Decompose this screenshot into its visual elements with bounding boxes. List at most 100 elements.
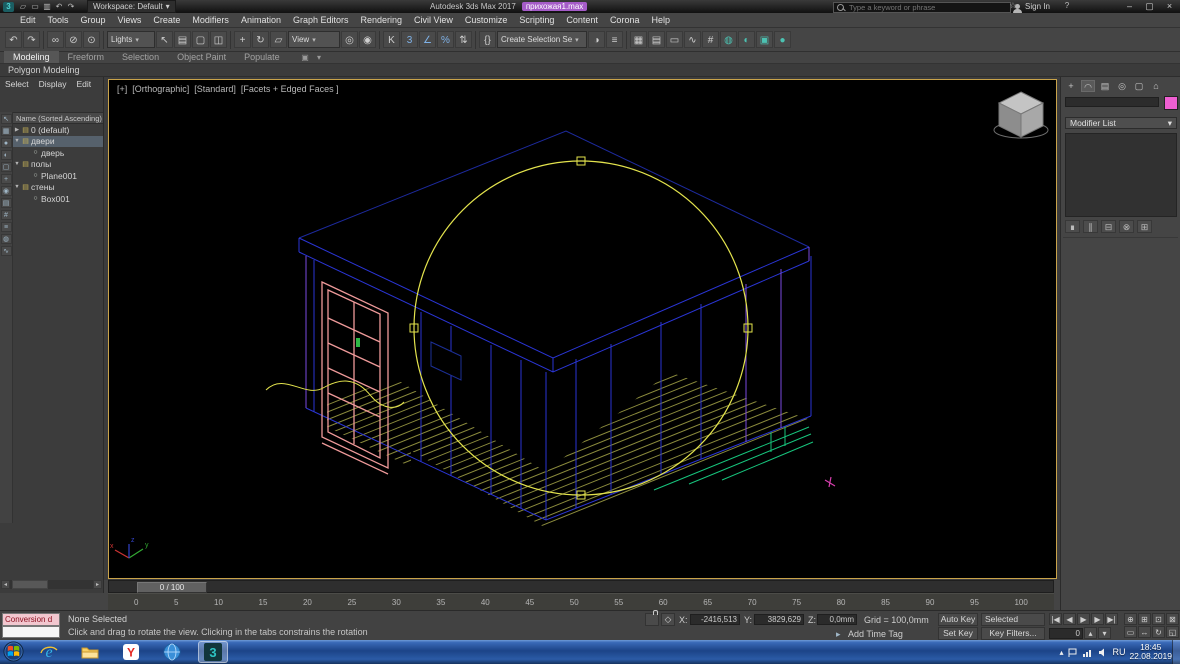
ribbon-tab[interactable]: Selection [113, 51, 168, 63]
redo-icon[interactable]: ↷ [65, 2, 77, 11]
scroll-right-icon[interactable]: ▸ [93, 580, 102, 589]
save-file-icon[interactable]: ▥ [41, 2, 53, 11]
zoom-icon[interactable]: ⊕ [1124, 613, 1137, 625]
3ds-max-taskbar-icon[interactable]: 3 [198, 641, 228, 663]
viewport-label-part[interactable]: [Standard] [194, 84, 236, 94]
toggle-scene-explorer-icon[interactable]: ▦ [630, 31, 647, 48]
node-label[interactable]: Box001 [40, 194, 70, 204]
zoom-region-icon[interactable]: ▭ [1124, 626, 1137, 638]
show-desktop-button[interactable] [1172, 640, 1180, 664]
start-button[interactable] [3, 641, 24, 662]
explorer-filter-icon[interactable]: # [1, 210, 12, 220]
menu-item[interactable]: Civil View [408, 15, 459, 25]
menu-item[interactable]: Customize [459, 15, 514, 25]
next-frame-button[interactable]: ▶ [1091, 613, 1104, 625]
add-time-tag[interactable]: Add Time Tag [848, 629, 903, 639]
close-button[interactable]: × [1160, 0, 1179, 12]
explorer-filter-icon[interactable]: ↖ [1, 114, 12, 124]
help-icon[interactable]: ? [1060, 1, 1074, 10]
menu-item[interactable]: Group [75, 15, 112, 25]
time-slider-handle[interactable]: 0 / 100 [137, 582, 207, 593]
select-object-icon[interactable]: ↖ [156, 31, 173, 48]
configure-modifier-sets-icon[interactable]: ⊞ [1137, 220, 1152, 233]
selection-filter-dropdown[interactable]: Lights ▾ [107, 31, 155, 48]
open-file-icon[interactable]: ▭ [29, 2, 41, 11]
auto-key-button[interactable]: Auto Key [938, 613, 978, 626]
node-label[interactable]: Plane001 [40, 171, 77, 181]
ribbon-tab[interactable]: Populate [235, 51, 289, 63]
viewport-label-part[interactable]: [Facets + Edged Faces ] [241, 84, 339, 94]
explorer-menu-item[interactable]: Display [34, 79, 72, 89]
edit-named-sets-icon[interactable]: {} [479, 31, 496, 48]
explorer-filter-icon[interactable]: ● [1, 138, 12, 148]
explorer-hscrollbar[interactable]: ◂ ▸ [1, 580, 102, 589]
ribbon-subtab-polygon-modeling[interactable]: Polygon Modeling [0, 65, 88, 75]
go-to-start-button[interactable]: |◀ [1049, 613, 1062, 625]
bind-spacewarp-icon[interactable]: ⊙ [83, 31, 100, 48]
ribbon-minimize-icon[interactable]: ▾ [312, 53, 326, 62]
explorer-filter-icon[interactable]: ◍ [1, 234, 12, 244]
explorer-filter-icon[interactable]: ◐ [1, 150, 12, 160]
go-to-end-button[interactable]: ▶| [1105, 613, 1118, 625]
expand-arrow-icon[interactable]: ▼ [13, 161, 21, 167]
show-hidden-icons[interactable]: ▴ [1059, 648, 1063, 657]
menu-item[interactable]: Rendering [355, 15, 409, 25]
explorer-menu-item[interactable]: Edit [72, 79, 97, 89]
menu-item[interactable]: Scripting [513, 15, 560, 25]
yandex-browser-icon[interactable]: Y [116, 641, 146, 663]
selection-lock-toggle[interactable] [645, 613, 659, 626]
set-key-button[interactable]: Set Key [938, 627, 978, 640]
mirror-icon[interactable]: ◑ [588, 31, 605, 48]
key-mode-dropdown[interactable]: Selected [981, 613, 1045, 626]
viewport-label-part[interactable]: [Orthographic] [132, 84, 189, 94]
render-setup-icon[interactable]: ◐ [738, 31, 755, 48]
menu-item[interactable]: Corona [604, 15, 646, 25]
select-move-icon[interactable]: + [234, 31, 251, 48]
minimize-button[interactable]: – [1120, 0, 1139, 12]
volume-icon[interactable] [1097, 647, 1108, 658]
material-editor-icon[interactable]: ◍ [720, 31, 737, 48]
explorer-filter-icon[interactable]: ▢ [1, 162, 12, 172]
expand-arrow-icon[interactable]: ▼ [13, 138, 21, 144]
explorer-row[interactable]: ○ Box001 [13, 193, 103, 205]
node-label[interactable]: дверь [40, 148, 64, 158]
use-pivot-center-icon[interactable]: ◎ [341, 31, 358, 48]
ribbon-tab[interactable]: Object Paint [168, 51, 235, 63]
align-icon[interactable]: ≡ [606, 31, 623, 48]
spinner-snap-icon[interactable]: ⇅ [455, 31, 472, 48]
menu-item[interactable]: Animation [235, 15, 287, 25]
unlink-icon[interactable]: ⊘ [65, 31, 82, 48]
viewport-label-part[interactable]: [+] [117, 84, 127, 94]
explorer-row[interactable]: ▼ ▤ стены [13, 182, 103, 194]
maxscript-mini-listener[interactable] [2, 626, 60, 638]
explorer-filter-icon[interactable]: + [1, 174, 12, 184]
zoom-extents-all-icon[interactable]: ⊠ [1166, 613, 1179, 625]
undo-icon[interactable]: ↶ [5, 31, 22, 48]
undo-icon[interactable]: ↶ [53, 2, 65, 11]
play-button[interactable]: ▶ [1077, 613, 1090, 625]
viewport-canvas[interactable]: x y z [109, 80, 1056, 578]
curve-editor-icon[interactable]: ∿ [684, 31, 701, 48]
ribbon-tab[interactable]: Freeform [59, 51, 114, 63]
orbit-icon[interactable]: ↻ [1152, 626, 1165, 638]
create-tab-icon[interactable]: + [1064, 80, 1078, 92]
y-coord-field[interactable] [754, 614, 804, 625]
current-frame-field[interactable] [1049, 628, 1083, 639]
language-indicator[interactable]: RU [1112, 647, 1125, 657]
action-center-icon[interactable] [1067, 647, 1078, 658]
modify-tab-icon[interactable]: ◠ [1081, 80, 1095, 92]
make-unique-icon[interactable]: ⊟ [1101, 220, 1116, 233]
explorer-filter-icon[interactable]: ▦ [1, 126, 12, 136]
explorer-row[interactable]: ▼ ▤ полы [13, 159, 103, 171]
scrollbar-thumb[interactable] [12, 580, 48, 589]
select-manipulate-icon[interactable]: ◉ [359, 31, 376, 48]
view-cube[interactable] [994, 92, 1048, 138]
menu-item[interactable]: Content [560, 15, 604, 25]
pin-stack-icon[interactable]: ∎ [1065, 220, 1080, 233]
menu-item[interactable]: Edit [14, 15, 42, 25]
modifier-list-dropdown[interactable]: Modifier List ▾ [1065, 117, 1177, 129]
menu-item[interactable]: Help [645, 15, 676, 25]
zoom-extents-icon[interactable]: ⊡ [1152, 613, 1165, 625]
window-crossing-icon[interactable]: ◫ [210, 31, 227, 48]
frame-spin-up-icon[interactable]: ▴ [1084, 627, 1097, 639]
